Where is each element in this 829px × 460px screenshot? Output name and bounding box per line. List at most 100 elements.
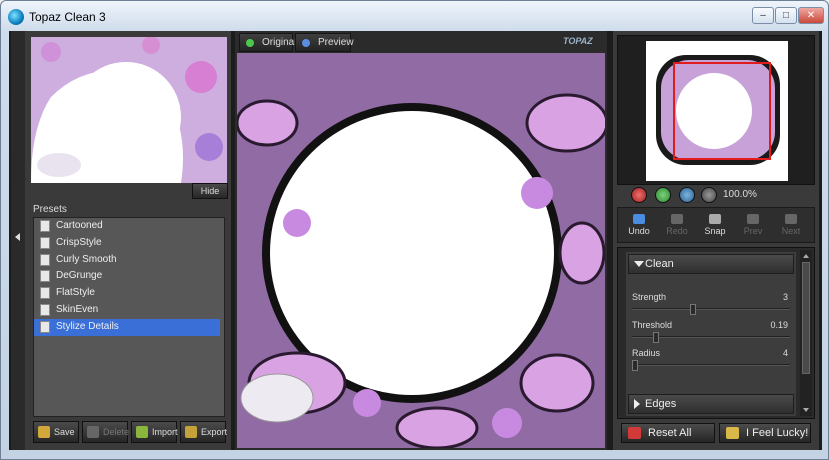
save-icon xyxy=(38,426,50,438)
preset-item[interactable]: DeGrunge xyxy=(34,268,224,285)
next-label: Next xyxy=(781,226,801,236)
zoom-out-button[interactable] xyxy=(631,187,647,203)
document-icon xyxy=(40,320,50,333)
navigator-panel xyxy=(617,35,815,185)
preset-label: SkinEven xyxy=(56,303,99,315)
threshold-slider-knob[interactable] xyxy=(653,332,660,343)
client-area: Hide Presets Cartooned CrispStyle Curly … xyxy=(9,31,822,450)
snap-button[interactable]: Snap xyxy=(698,211,732,241)
i-feel-lucky-button[interactable]: I Feel Lucky! xyxy=(719,423,811,443)
window-title: Topaz Clean 3 xyxy=(29,10,106,24)
zoom-fit-button[interactable] xyxy=(679,187,695,203)
arrow-left-icon xyxy=(15,233,20,241)
delete-preset-button[interactable]: Delete xyxy=(82,421,129,443)
preset-actions: Save Delete Import Export xyxy=(33,421,229,443)
section-edges-header[interactable]: Edges xyxy=(628,394,794,414)
preset-item[interactable]: Cartooned xyxy=(34,218,224,235)
prev-label: Prev xyxy=(743,226,763,236)
preset-item[interactable]: FlatStyle xyxy=(34,285,224,302)
preset-label: Stylize Details xyxy=(56,320,119,332)
presets-list: Cartooned CrispStyle Curly Smooth DeGrun… xyxy=(33,217,225,417)
snap-label: Snap xyxy=(704,226,726,236)
threshold-setting: Threshold 0.19 xyxy=(632,320,790,346)
document-icon xyxy=(40,220,50,232)
navigator-image[interactable] xyxy=(646,41,788,181)
export-label: Export xyxy=(201,427,228,437)
chevron-right-icon xyxy=(634,399,640,409)
chevron-down-icon xyxy=(634,261,644,267)
right-panel: 100.0% Undo Redo Snap Prev Next Clean St… xyxy=(613,31,819,450)
scroll-down-icon xyxy=(803,408,809,412)
reset-all-label: Reset All xyxy=(648,427,692,439)
app-icon xyxy=(8,9,24,25)
original-dot-icon xyxy=(246,39,254,47)
preset-label: DeGrunge xyxy=(56,270,103,282)
redo-button[interactable]: Redo xyxy=(660,211,694,241)
next-icon xyxy=(785,214,797,224)
prev-button[interactable]: Prev xyxy=(736,211,770,241)
scrollbar-thumb[interactable] xyxy=(802,262,810,374)
document-icon xyxy=(40,236,50,249)
reset-icon xyxy=(628,427,641,439)
strength-slider-track[interactable] xyxy=(632,308,790,310)
radius-value: 4 xyxy=(782,348,788,358)
reset-all-button[interactable]: Reset All xyxy=(621,423,715,443)
prev-icon xyxy=(747,214,759,224)
preset-label: Cartooned xyxy=(56,220,103,231)
thumbnail-image xyxy=(31,37,227,183)
radius-slider-knob[interactable] xyxy=(632,360,638,371)
preset-item[interactable]: CrispStyle xyxy=(34,235,224,252)
settings-scrollbar[interactable] xyxy=(800,250,812,416)
settings-content: Clean Strength 3 Threshold 0.19 Radius 4… xyxy=(626,252,796,416)
strength-value: 3 xyxy=(782,292,788,302)
lucky-icon xyxy=(726,427,739,439)
app-window: Topaz Clean 3 – □ ✕ Hide Presets Cartoon… xyxy=(0,0,829,460)
undo-button[interactable]: Undo xyxy=(622,211,656,241)
zoom-value: 100.0% xyxy=(723,189,757,200)
strength-setting: Strength 3 xyxy=(632,292,790,318)
preset-item[interactable]: SkinEven xyxy=(34,302,224,319)
radius-label: Radius xyxy=(632,348,661,358)
threshold-label: Threshold xyxy=(632,320,673,330)
export-preset-button[interactable]: Export xyxy=(180,421,228,443)
collapse-left-panel-button[interactable] xyxy=(11,31,25,450)
camera-icon xyxy=(709,214,721,224)
import-preset-button[interactable]: Import xyxy=(131,421,178,443)
thumbnail-preview xyxy=(31,37,227,183)
close-button[interactable]: ✕ xyxy=(798,7,824,24)
redo-label: Redo xyxy=(666,226,688,236)
canvas-image xyxy=(237,53,605,448)
maximize-button[interactable]: □ xyxy=(775,7,797,24)
undo-label: Undo xyxy=(628,226,650,236)
zoom-actual-button[interactable] xyxy=(701,187,717,203)
document-icon xyxy=(40,253,50,266)
preset-label: FlatStyle xyxy=(56,287,95,299)
tab-original-label: Original xyxy=(262,37,297,48)
document-icon xyxy=(40,287,50,300)
minimize-button[interactable]: – xyxy=(752,7,774,24)
section-clean-label: Clean xyxy=(645,258,674,270)
presets-heading: Presets xyxy=(33,204,67,215)
left-panel: Hide Presets Cartooned CrispStyle Curly … xyxy=(11,31,231,450)
tab-preview[interactable]: Preview xyxy=(295,33,354,52)
preset-label: CrispStyle xyxy=(56,236,102,248)
preview-area: Original Preview TOPAZ xyxy=(235,31,607,450)
preset-item[interactable]: Curly Smooth xyxy=(34,252,224,269)
edit-toolbar: Undo Redo Snap Prev Next xyxy=(617,207,815,243)
zoom-in-button[interactable] xyxy=(655,187,671,203)
save-preset-button[interactable]: Save xyxy=(33,421,79,443)
radius-slider-track[interactable] xyxy=(632,364,790,366)
preview-dot-icon xyxy=(302,39,310,47)
strength-slider-knob[interactable] xyxy=(689,304,696,315)
export-icon xyxy=(185,426,197,438)
image-canvas[interactable] xyxy=(237,53,605,448)
section-clean-header[interactable]: Clean xyxy=(628,254,794,274)
view-tabs: Original Preview TOPAZ xyxy=(235,31,607,53)
next-button[interactable]: Next xyxy=(774,211,808,241)
section-edges-label: Edges xyxy=(645,398,677,410)
preset-item-selected[interactable]: Stylize Details xyxy=(34,318,220,336)
topaz-logo: TOPAZ xyxy=(563,36,593,46)
hide-thumbnail-button[interactable]: Hide xyxy=(192,183,228,199)
document-icon xyxy=(40,270,50,283)
tab-original[interactable]: Original xyxy=(239,33,297,52)
